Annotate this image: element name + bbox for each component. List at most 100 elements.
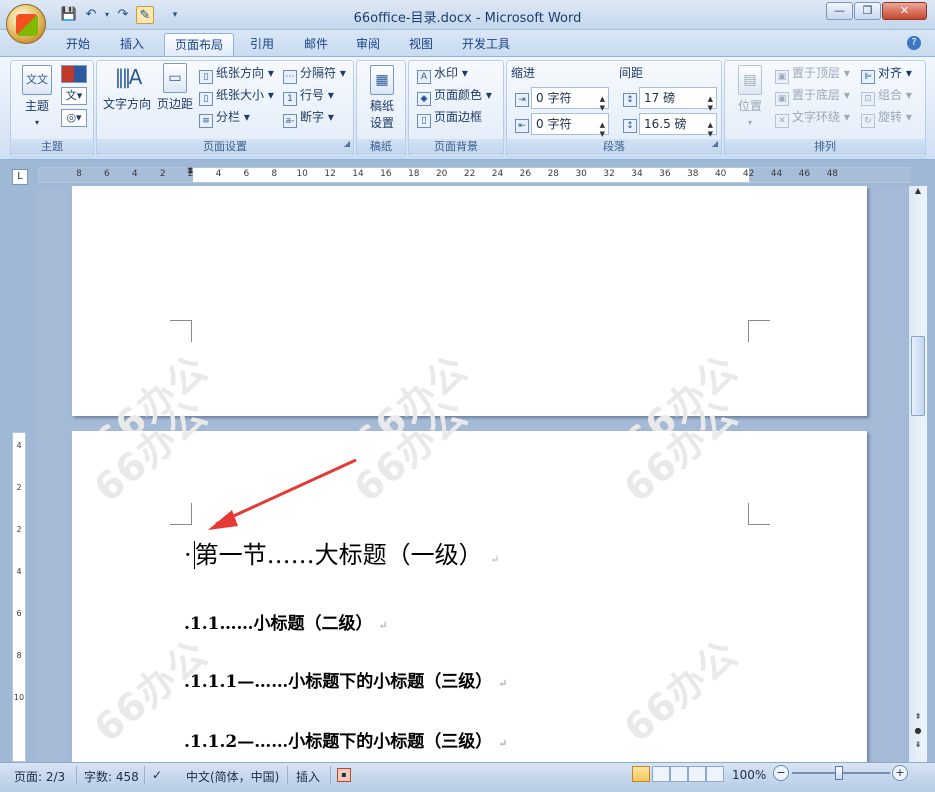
language-indicator[interactable]: 中文(简体，中国) bbox=[186, 768, 279, 785]
page-borders-button[interactable]: ▯ 页面边框 bbox=[417, 107, 483, 128]
heading-level-1[interactable]: · 第一节……大标题（一级） ↵ bbox=[184, 535, 500, 570]
tab-insert[interactable]: 插入 bbox=[110, 33, 154, 56]
hyphenation-button[interactable]: a- 断字 ▾ bbox=[283, 107, 334, 128]
ruler-tick-label: 26 bbox=[519, 169, 532, 179]
ruler-tick-label: 2 bbox=[159, 169, 166, 179]
breaks-button[interactable]: ⋯ 分隔符 ▾ bbox=[283, 63, 346, 84]
position-button[interactable]: ▤ 位置 ▾ bbox=[731, 65, 769, 128]
rotate-button[interactable]: ↻ 旋转 ▾ bbox=[861, 107, 912, 128]
ruler-tick-label: 24 bbox=[491, 169, 504, 179]
ruler-tick-label: 40 bbox=[714, 169, 727, 179]
word-count[interactable]: 字数: 458 bbox=[84, 768, 139, 785]
indent-right-field[interactable]: 0 字符 ▲ ▼ bbox=[531, 113, 609, 138]
manuscript-icon: ▦ bbox=[370, 65, 394, 95]
tab-mailings[interactable]: 邮件 bbox=[294, 33, 338, 56]
zoom-slider-thumb[interactable] bbox=[835, 766, 843, 780]
status-bar bbox=[0, 762, 935, 792]
ruler-tick-label: 22 bbox=[463, 169, 476, 179]
margins-button[interactable]: ▭ 页边距 bbox=[155, 63, 195, 112]
rotate-icon: ↻ bbox=[861, 114, 875, 128]
spacing-label: 间距 bbox=[619, 66, 644, 80]
tab-page-layout[interactable]: 页面布局 bbox=[164, 33, 235, 56]
document-area[interactable]: 66办公 66办公 66办公 66办公 66办公 66办公 66办公 66办公 … bbox=[34, 186, 908, 762]
page-borders-label: 页面边框 bbox=[434, 110, 483, 124]
orientation-icon: ▯ bbox=[199, 70, 213, 84]
columns-label: 分栏 bbox=[216, 110, 241, 124]
office-button[interactable] bbox=[6, 4, 46, 44]
tab-references[interactable]: 引用 bbox=[240, 33, 284, 56]
ruler-tick-label: 18 bbox=[408, 169, 420, 179]
spacing-after-field[interactable]: 16.5 磅 ▲ ▼ bbox=[639, 113, 717, 138]
send-back-button[interactable]: ▣ 置于底层 ▾ bbox=[775, 85, 850, 106]
columns-button[interactable]: ≡ 分栏 ▾ bbox=[199, 107, 250, 128]
outline-view-icon[interactable] bbox=[688, 766, 706, 782]
full-screen-reading-view-icon[interactable] bbox=[652, 766, 670, 782]
minimize-button[interactable]: — bbox=[826, 2, 853, 20]
vertical-scrollbar[interactable]: ▲ ⇞ ● ⇟ bbox=[909, 186, 927, 762]
ruler-tick-label: 30 bbox=[575, 169, 587, 179]
text-wrap-button[interactable]: ✕ 文字环绕 ▾ bbox=[775, 107, 850, 128]
scroll-up-icon[interactable]: ▲ bbox=[911, 186, 925, 200]
help-icon[interactable]: ? bbox=[907, 36, 921, 50]
bring-front-button[interactable]: ▣ 置于顶层 ▾ bbox=[775, 63, 850, 84]
status-divider bbox=[76, 766, 77, 784]
paragraph-dialog-launcher-icon[interactable]: ◢ bbox=[712, 136, 718, 152]
previous-page-icon[interactable]: ⇞ bbox=[911, 712, 925, 724]
heading-level-3[interactable]: .1.1.2—……小标题下的小标题（三级） ↵ bbox=[184, 727, 507, 752]
theme-effects-icon[interactable]: ◎▾ bbox=[61, 109, 87, 127]
tab-home[interactable]: 开始 bbox=[56, 33, 100, 56]
columns-icon: ≡ bbox=[199, 114, 213, 128]
heading-level-2[interactable]: .1.1……小标题（二级） ↵ bbox=[184, 609, 388, 634]
ruler-tick-label: 36 bbox=[659, 169, 671, 179]
orientation-button[interactable]: ▯ 纸张方向 ▾ bbox=[199, 63, 274, 84]
restore-button[interactable]: ❐ bbox=[854, 2, 881, 20]
heading-level-3[interactable]: .1.1.1—……小标题下的小标题（三级） ↵ bbox=[184, 667, 507, 692]
ruler-tick-label: 8 bbox=[271, 169, 278, 179]
zoom-level[interactable]: 100% bbox=[732, 768, 766, 782]
ruler-tick-label: 10 bbox=[296, 169, 308, 179]
proofing-icon[interactable]: ✓ bbox=[152, 768, 162, 782]
text-direction-label: 文字方向 bbox=[102, 97, 151, 111]
group-button[interactable]: ⊡ 组合 ▾ bbox=[861, 85, 912, 106]
zoom-out-button[interactable]: − bbox=[773, 765, 789, 781]
theme-colors-icon[interactable] bbox=[61, 65, 87, 83]
insert-mode-indicator[interactable]: 插入 bbox=[296, 768, 320, 785]
hyphenation-icon: a- bbox=[283, 114, 297, 128]
themes-button[interactable]: 文文 主题 ▾ bbox=[19, 65, 55, 128]
breaks-icon: ⋯ bbox=[283, 70, 297, 84]
spacing-before-field[interactable]: 17 磅 ▲ ▼ bbox=[639, 87, 717, 112]
page-color-button[interactable]: ◆ 页面颜色 ▾ bbox=[417, 85, 492, 106]
zoom-in-button[interactable]: + bbox=[892, 765, 908, 781]
vertical-ruler[interactable]: 4 2 2 4 6 8 10 bbox=[12, 432, 26, 762]
tab-review[interactable]: 审阅 bbox=[346, 33, 390, 56]
dialog-launcher-icon[interactable]: ◢ bbox=[344, 136, 350, 152]
manuscript-label-1: 稿纸 bbox=[369, 99, 394, 113]
theme-fonts-icon[interactable]: 文▾ bbox=[61, 87, 87, 105]
print-layout-view-icon[interactable] bbox=[632, 766, 650, 782]
horizontal-ruler[interactable]: ⧗ 8 6 4 2 2 4 6 8 10 12 14 16 18 20 22 24 26 28 30 32 34 36 38… bbox=[38, 166, 911, 183]
send-back-icon: ▣ bbox=[775, 92, 789, 106]
manuscript-settings-button[interactable]: ▦ 稿纸 设置 bbox=[363, 65, 401, 131]
page-color-label: 页面颜色 bbox=[434, 88, 483, 102]
bring-front-label: 置于顶层 bbox=[792, 66, 841, 80]
tab-view[interactable]: 视图 bbox=[399, 33, 443, 56]
web-layout-view-icon[interactable] bbox=[670, 766, 688, 782]
indent-left-field[interactable]: 0 字符 ▲ ▼ bbox=[531, 87, 609, 112]
draft-view-icon[interactable] bbox=[706, 766, 724, 782]
text-direction-button[interactable]: ∥∥A 文字方向 bbox=[101, 63, 153, 112]
tab-developer[interactable]: 开发工具 bbox=[452, 33, 520, 56]
size-button[interactable]: ▯ 纸张大小 ▾ bbox=[199, 85, 274, 106]
line-numbers-icon: 1 bbox=[283, 92, 297, 106]
scroll-thumb[interactable] bbox=[911, 336, 925, 416]
watermark-button[interactable]: A 水印 ▾ bbox=[417, 63, 468, 84]
align-button[interactable]: ⊫ 对齐 ▾ bbox=[861, 63, 912, 84]
line-numbers-button[interactable]: 1 行号 ▾ bbox=[283, 85, 334, 106]
close-button[interactable]: ✕ bbox=[882, 2, 927, 20]
select-browse-object-icon[interactable]: ● bbox=[911, 726, 925, 738]
tab-selector[interactable]: L bbox=[12, 169, 28, 185]
macro-record-icon[interactable]: ▪ bbox=[337, 768, 351, 782]
page-indicator[interactable]: 页面: 2/3 bbox=[14, 768, 65, 785]
breaks-label: 分隔符 bbox=[300, 66, 337, 80]
status-divider bbox=[330, 766, 331, 784]
next-page-icon[interactable]: ⇟ bbox=[911, 740, 925, 752]
